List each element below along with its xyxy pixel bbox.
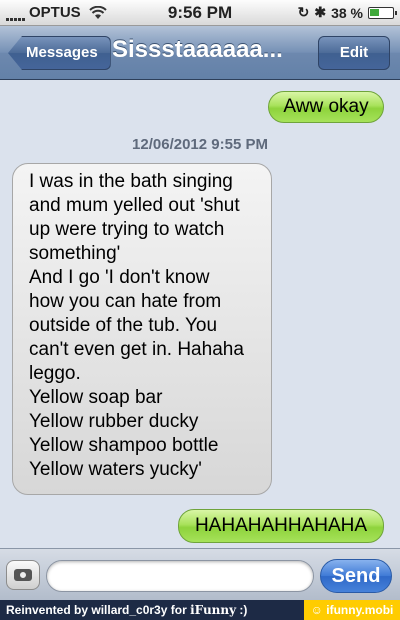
smiley-icon: ☺ [310,603,323,617]
message-thread[interactable]: Aww okay 12/06/2012 9:55 PM I was in the… [0,81,400,548]
message-line: Yellow waters yucky' [29,459,202,480]
message-line: Yellow rubber ducky [29,411,199,432]
message-line: And I go 'I don't know [29,267,210,288]
status-bar: OPTUS 9:56 PM ↻ ✱ 38 % [0,0,400,26]
message-line: Yellow shampoo bottle [29,435,219,456]
ifunny-brand: iFunny [190,603,237,617]
message-line: can't even get in. Hahaha [29,339,244,360]
rotation-lock-icon: ↻ [297,4,310,20]
message-line: and mum yelled out 'shut [29,195,240,216]
nav-bar: Messages Sissstaaaaaa... Edit [0,26,400,80]
camera-button[interactable] [6,560,40,590]
bluetooth-icon: ✱ [314,4,327,20]
message-line: outside of the tub. You [29,315,218,336]
message-line: something' [29,243,121,264]
message-line: up were trying to watch [29,219,225,240]
message-line: I was in the bath singing [29,171,233,192]
conversation-title: Sissstaaaaaa... [112,36,283,63]
received-message-bubble[interactable]: I was in the bath singing and mum yelled… [12,163,272,495]
battery-icon [368,6,397,19]
sent-message-bubble[interactable]: HAHAHAHHAHAHA [178,509,384,543]
status-right: ↻ ✱ 38 % [297,4,397,21]
message-line: Yellow soap bar [29,387,163,408]
message-input[interactable] [46,560,314,592]
edit-button[interactable]: Edit [318,36,390,70]
footer-credit: Reinvented by willard_c0r3y for iFunny :… [6,603,248,617]
battery-percent: 38 % [331,4,363,21]
message-line: leggo. [29,363,81,384]
ifunny-site-badge[interactable]: ☺ ifunny.mobi [304,600,400,620]
message-timestamp: 12/06/2012 9:55 PM [132,136,268,153]
sent-message-bubble[interactable]: Aww okay [268,91,384,123]
message-line: how you can hate from [29,291,222,312]
messages-back-button[interactable]: Messages [8,36,111,70]
send-button[interactable]: Send [320,559,392,593]
footer-bar: Reinvented by willard_c0r3y for iFunny :… [0,600,400,620]
compose-bar: Send [0,548,400,600]
